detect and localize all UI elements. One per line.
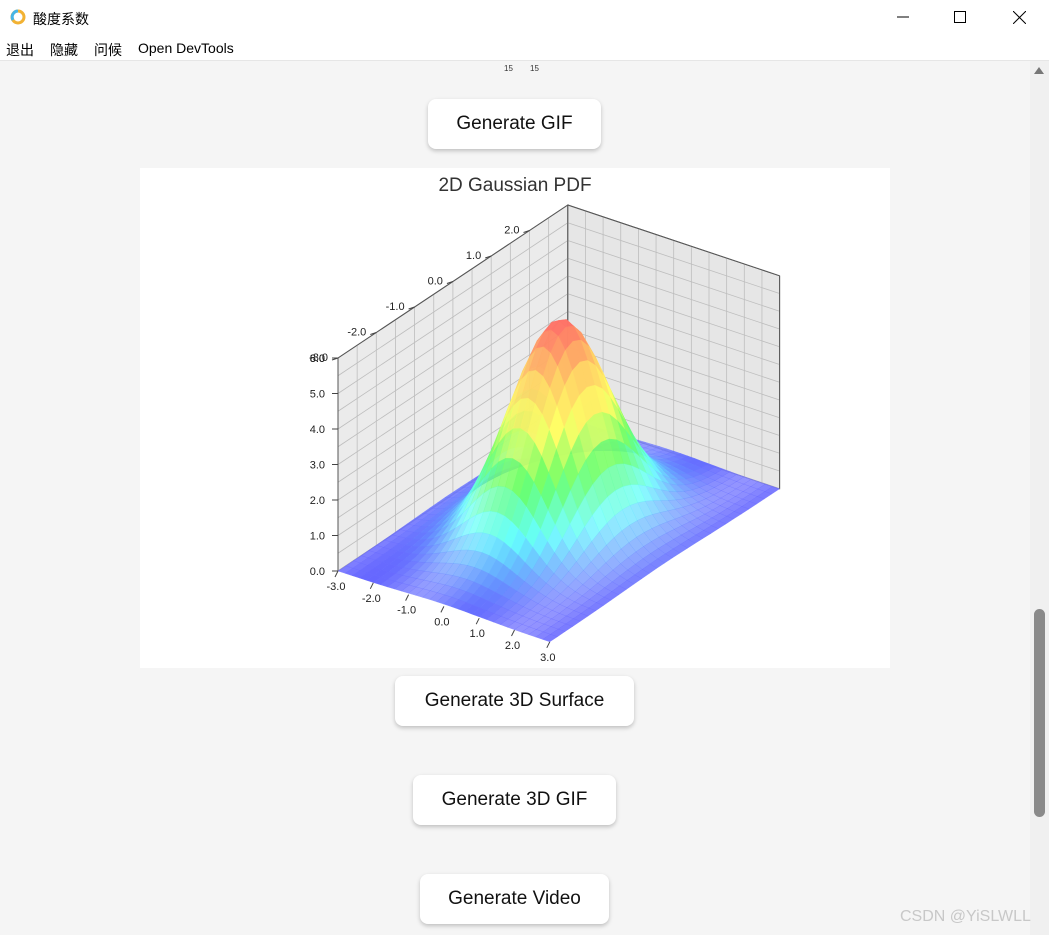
- z-tick-label: 2.0: [310, 495, 325, 507]
- vertical-scrollbar[interactable]: [1030, 61, 1049, 935]
- x-tick-mark: [369, 582, 374, 590]
- y-tick-label: 0.0: [428, 276, 443, 288]
- app-icon: [10, 9, 26, 25]
- z-tick-label: 3.0: [310, 460, 325, 472]
- minimize-button[interactable]: [880, 0, 926, 34]
- chart-title: 2D Gaussian PDF: [438, 175, 591, 196]
- x-tick-mark: [405, 594, 410, 601]
- x-tick-mark: [475, 617, 480, 625]
- z-tick-label: 0.0: [310, 566, 325, 578]
- x-tick-label: 2.0: [505, 640, 520, 652]
- generate-gif-button[interactable]: Generate GIF: [428, 99, 601, 149]
- close-button[interactable]: [996, 0, 1042, 34]
- watermark: CSDN @YiSLWLL: [900, 908, 1031, 925]
- z-tick-label: 5.0: [310, 389, 325, 401]
- x-tick-mark: [440, 606, 445, 613]
- generate-3d-surface-button[interactable]: Generate 3D Surface: [395, 676, 634, 726]
- x-tick-label: -3.0: [327, 581, 346, 593]
- menu-bar: 退出 隐藏 问候 Open DevTools: [0, 36, 1049, 61]
- generate-3d-gif-button[interactable]: Generate 3D GIF: [413, 775, 616, 825]
- maximize-button[interactable]: [937, 0, 983, 34]
- menu-item-hide[interactable]: 隐藏: [50, 40, 78, 60]
- x-tick-mark: [511, 629, 515, 637]
- x-tick-mark: [334, 570, 339, 578]
- scroll-thumb[interactable]: [1034, 609, 1045, 817]
- top-label: 15: [530, 64, 539, 73]
- y-tick-label: 1.0: [466, 250, 481, 262]
- main-content: 15 15 Generate GIF 2D Gaussian PDF 0.0 1.…: [0, 61, 1030, 935]
- top-label: 15: [504, 64, 513, 73]
- menu-item-devtools[interactable]: Open DevTools: [138, 40, 234, 56]
- x-tick-label: 3.0: [540, 652, 555, 664]
- minimize-icon: [897, 16, 909, 18]
- maximize-icon: [954, 11, 966, 23]
- y-tick-label: 2.0: [504, 225, 519, 237]
- y-tick-label: -3.0: [309, 352, 328, 364]
- x-tick-label: -2.0: [362, 593, 381, 605]
- window-title: 酸度系数: [33, 11, 89, 27]
- x-tick-label: 1.0: [470, 628, 485, 640]
- x-tick-label: 0.0: [434, 616, 449, 628]
- menu-item-exit[interactable]: 退出: [6, 40, 34, 60]
- scroll-up-arrow-icon[interactable]: [1034, 67, 1044, 74]
- title-bar: 酸度系数: [0, 0, 1049, 36]
- generate-video-button[interactable]: Generate Video: [420, 874, 609, 924]
- y-tick-label: -2.0: [347, 327, 366, 339]
- gaussian-surface-chart: 2D Gaussian PDF 0.01.02.03.04.05.06.08.0…: [309, 175, 781, 664]
- chart-container: 2D Gaussian PDF 0.0 1.0 2.0 3.0 4.0 5.0 6.0 8.0…: [140, 168, 890, 668]
- y-tick-label: -1.0: [386, 301, 405, 313]
- close-icon: [1012, 10, 1026, 24]
- menu-item-greet[interactable]: 问候: [94, 40, 122, 60]
- z-tick-label: 1.0: [310, 531, 325, 543]
- z-tick-label: 4.0: [310, 424, 325, 436]
- x-tick-label: -1.0: [397, 605, 416, 617]
- x-tick-mark: [546, 641, 551, 649]
